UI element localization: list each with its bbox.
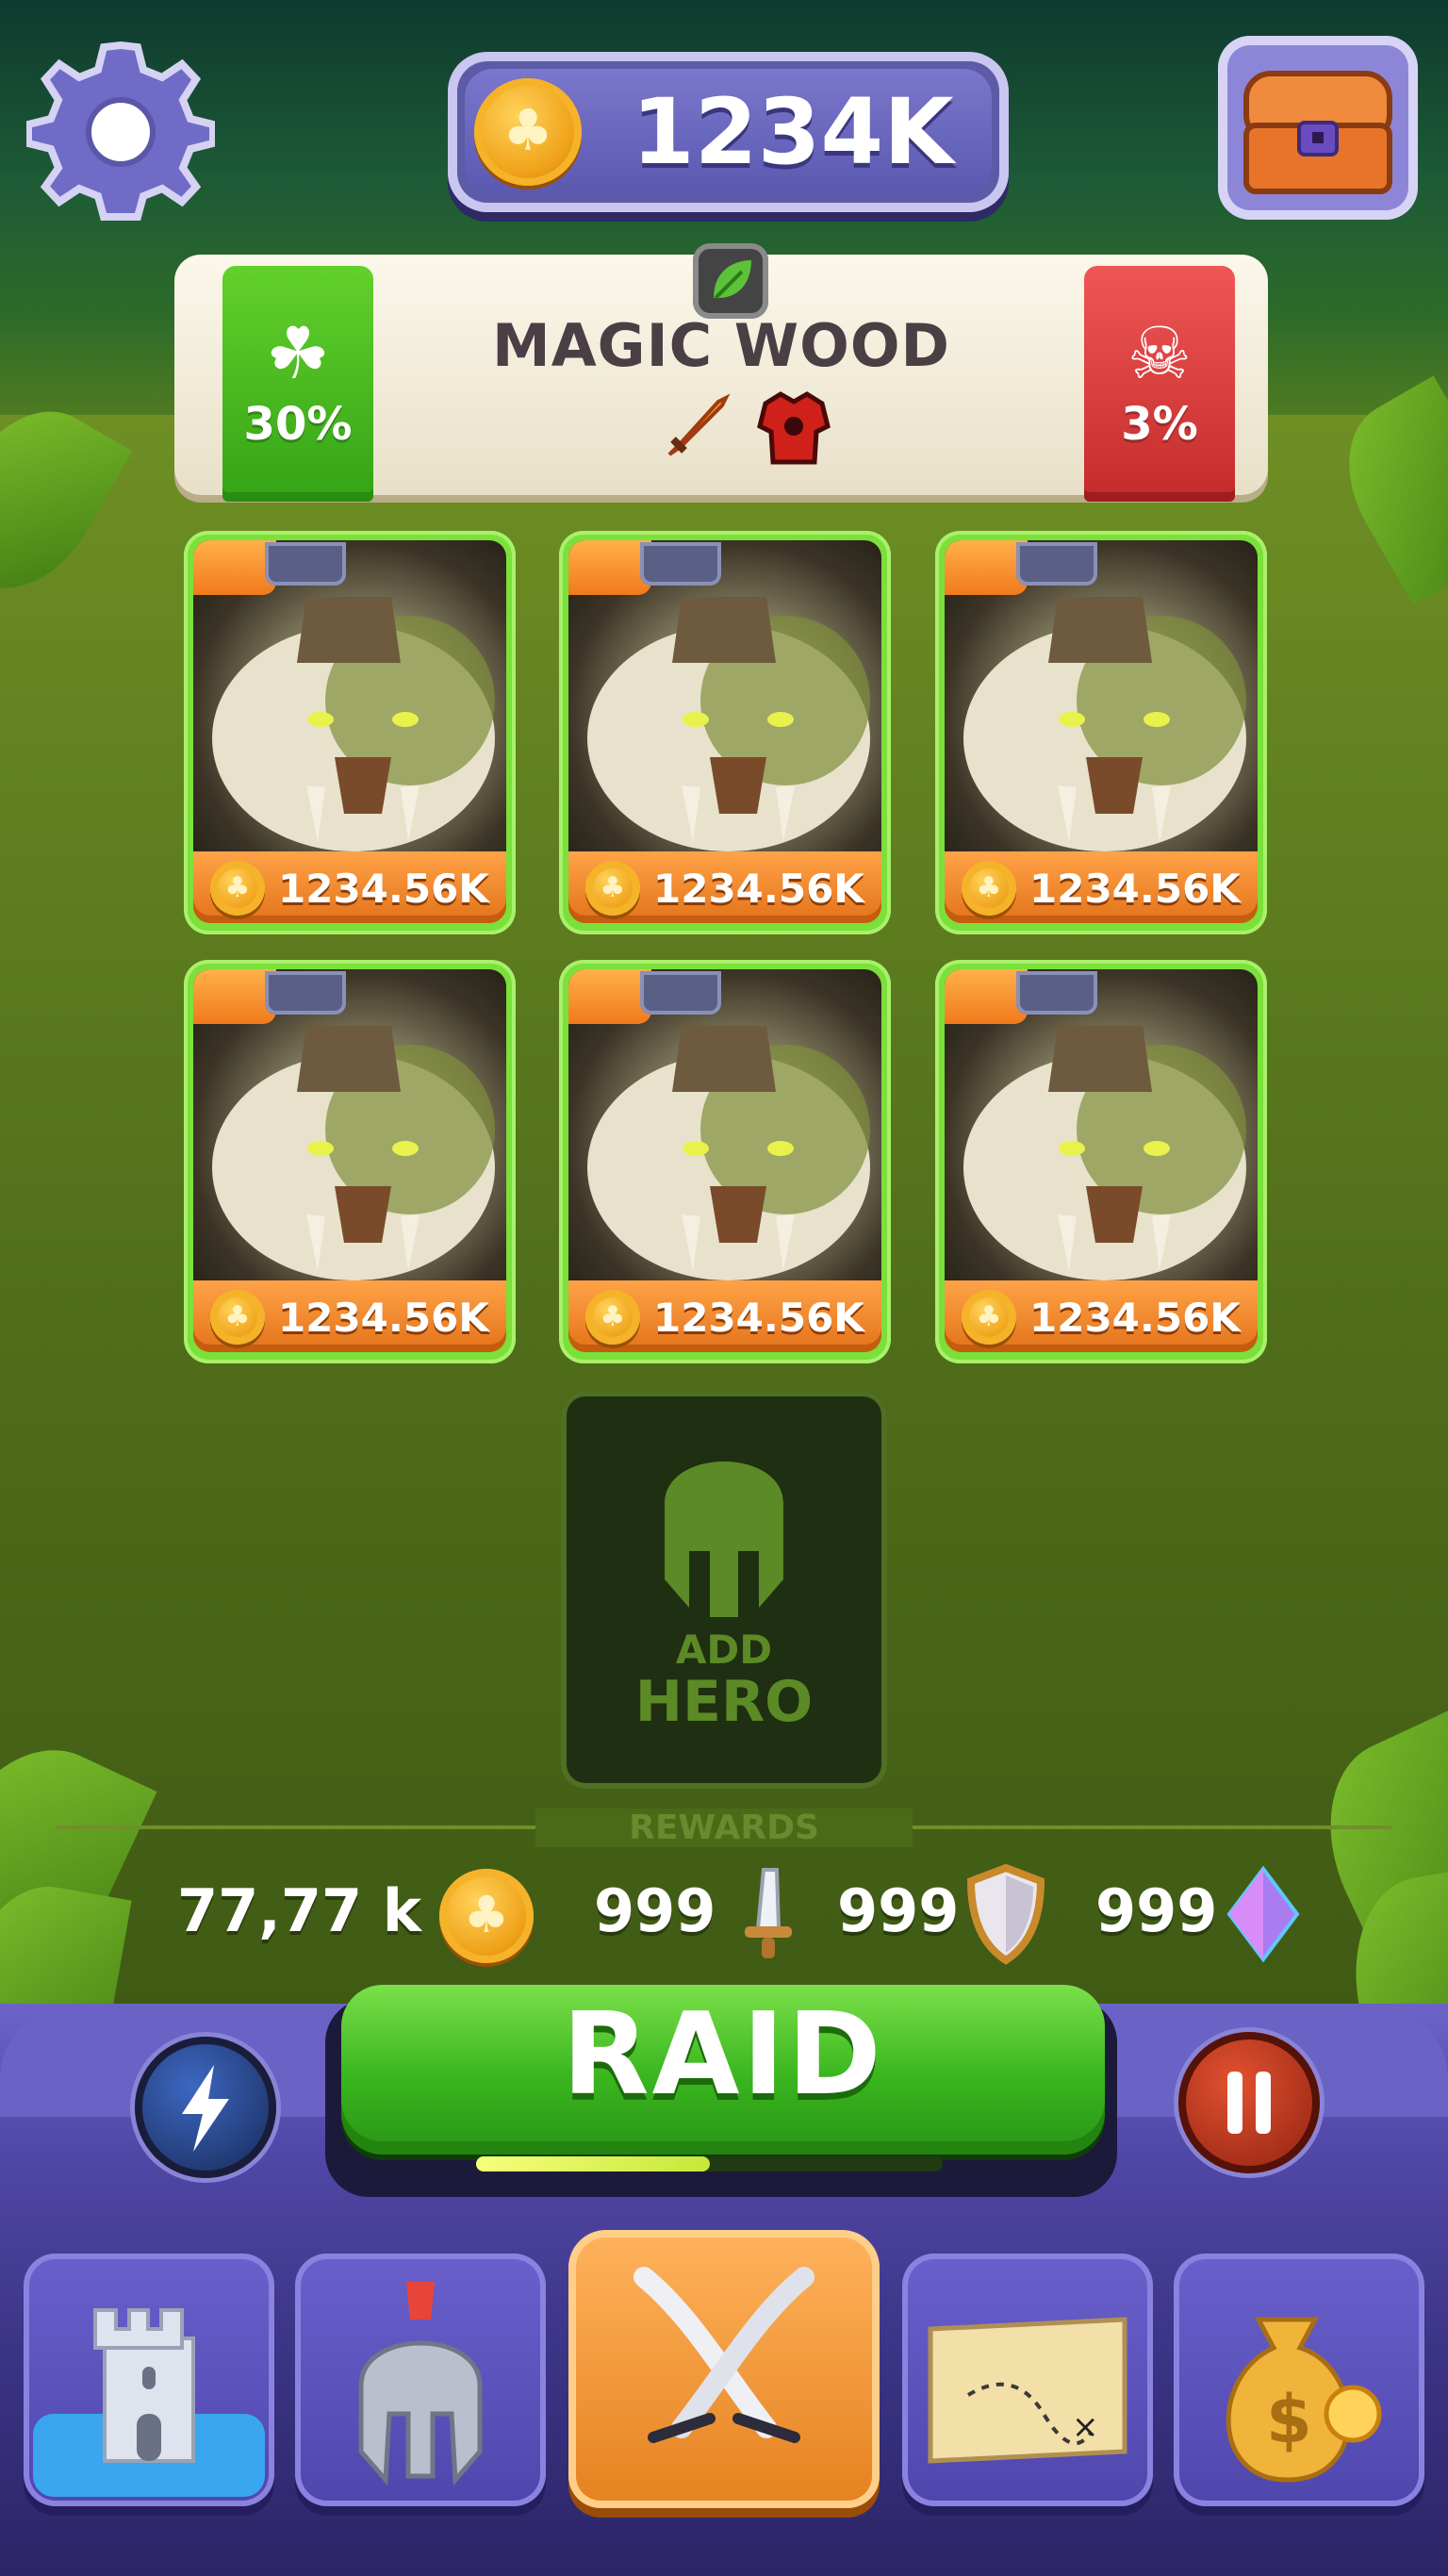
rewards-label: REWARDS (535, 1808, 913, 1847)
level-badge (640, 971, 721, 1015)
pause-icon (1227, 2072, 1271, 2134)
hero-price: 1234.56K (278, 1295, 489, 1341)
hero-card[interactable]: 1234.56K (935, 531, 1267, 934)
add-hero-label-top: ADD (675, 1627, 773, 1673)
rank-badge (193, 969, 276, 1024)
hero-price: 1234.56K (653, 1295, 864, 1341)
nav-heroes[interactable] (295, 2254, 546, 2506)
castle-icon (33, 2308, 265, 2497)
rank-badge (193, 540, 276, 595)
coin-icon (210, 861, 265, 916)
coin-icon (585, 1290, 640, 1345)
rank-badge (945, 969, 1028, 1024)
hero-price-bar: 1234.56K (568, 1280, 881, 1352)
sword-icon (745, 1868, 792, 1958)
treasure-map-icon: × (928, 2317, 1127, 2464)
gem-icon (1226, 1865, 1300, 1963)
hero-price-bar: 1234.56K (945, 1280, 1258, 1352)
svg-text:$: $ (1266, 2381, 1312, 2458)
reward-coins-value: 77,77 k (177, 1876, 421, 1945)
clover-icon: ☘ (265, 311, 331, 395)
hero-price: 1234.56K (653, 866, 864, 912)
coin-icon (439, 1869, 534, 1963)
coin-icon (474, 78, 582, 186)
level-badge (265, 542, 346, 586)
reward-shields-value: 999 (837, 1876, 960, 1945)
luck-percent: 30% (243, 398, 353, 451)
level-badge (640, 542, 721, 586)
coin-icon (210, 1290, 265, 1345)
rank-badge (945, 540, 1028, 595)
rank-badge (568, 969, 651, 1024)
raid-button-label: RAID (562, 1990, 884, 2121)
pause-button[interactable] (1178, 2032, 1320, 2173)
rank-badge (568, 540, 651, 595)
level-badge (265, 971, 346, 1015)
crossed-swords-icon (634, 2267, 814, 2443)
hero-price-bar: 1234.56K (945, 851, 1258, 923)
shield-icon (966, 1863, 1045, 1965)
hero-price-bar: 1234.56K (568, 851, 881, 923)
treasure-chest-button[interactable] (1218, 36, 1418, 220)
nav-map[interactable]: × (902, 2254, 1153, 2506)
death-flag: ☠ 3% (1084, 266, 1235, 502)
coin-icon (962, 861, 1016, 916)
gear-icon[interactable] (26, 38, 215, 226)
svg-text:×: × (1072, 2408, 1099, 2446)
hero-card[interactable]: 1234.56K (184, 531, 516, 934)
fire-sword-icon (667, 393, 731, 456)
add-hero-label-bottom: HERO (634, 1669, 814, 1735)
hero-price: 1234.56K (278, 866, 489, 912)
hero-card[interactable]: 1234.56K (559, 960, 891, 1363)
spartan-helmet-icon (358, 2282, 483, 2486)
hero-price-bar: 1234.56K (193, 1280, 506, 1352)
treasure-chest-icon (1243, 71, 1392, 194)
nav-battle[interactable] (568, 2230, 880, 2508)
hero-price: 1234.56K (1029, 866, 1241, 912)
luck-flag: ☘ 30% (222, 266, 373, 502)
coin-icon (962, 1290, 1016, 1345)
coin-balance-panel: 1234K (448, 52, 1009, 212)
boost-bomb-button[interactable] (135, 2037, 276, 2178)
coin-icon (585, 861, 640, 916)
money-bag-icon: $ (1226, 2317, 1382, 2483)
skull-icon: ☠ (1127, 311, 1193, 395)
hero-card[interactable]: 1234.56K (935, 960, 1267, 1363)
leaf-icon (693, 243, 768, 319)
level-badge (1016, 542, 1097, 586)
hero-card[interactable]: 1234.56K (559, 531, 891, 934)
coin-balance: 1234K (632, 79, 954, 185)
lightning-icon (182, 2065, 229, 2152)
hero-price-bar: 1234.56K (193, 851, 506, 923)
death-percent: 3% (1121, 398, 1198, 451)
hero-price: 1234.56K (1029, 1295, 1241, 1341)
raid-progress-fill (476, 2156, 710, 2171)
nav-shop[interactable]: $ (1174, 2254, 1424, 2506)
reward-swords-value: 999 (594, 1876, 716, 1945)
nav-castle[interactable] (24, 2254, 274, 2506)
hero-card[interactable]: 1234.56K (184, 960, 516, 1363)
reward-gems-value: 999 (1095, 1876, 1218, 1945)
red-armor-icon (757, 391, 831, 465)
level-badge (1016, 971, 1097, 1015)
